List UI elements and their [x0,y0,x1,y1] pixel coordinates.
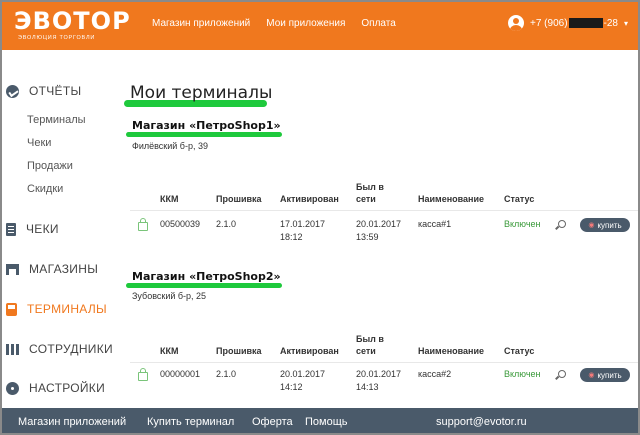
cell-activated-date: 17.01.2017 [280,219,326,229]
sidebar-subitem-discounts[interactable]: Скидки [27,183,63,195]
footer-support-email[interactable]: support@evotor.ru [436,416,527,428]
store-icon [6,263,19,275]
main-content: Мои терминалы Магазин «ПетроShop1» Филёв… [110,50,638,408]
cell-online-time: 14:13 [356,382,379,392]
nav-payment[interactable]: Оплата [361,18,395,29]
logo-subtext: ЭВОЛЮЦИЯ ТОРГОВЛИ [18,35,96,41]
sidebar-item-label: НАСТРОЙКИ [29,381,106,395]
cell-firmware: 2.1.0 [216,369,237,379]
cell-online-date: 20.01.2017 [356,369,402,379]
shopping-bag-icon [138,368,148,381]
cell-kkm: 00500039 [160,219,201,229]
column-header-status: Статус [504,346,535,356]
phone-redaction [568,18,603,28]
sidebar-item-label: СОТРУДНИКИ [29,342,113,356]
column-header-activated: Активирован [280,194,339,204]
footer-link-buy-terminal[interactable]: Купить терминал [147,416,234,428]
sidebar-subitem-terminals[interactable]: Терминалы [27,114,86,126]
column-header-name: Наименование [418,346,485,356]
buy-button-label: купить [597,220,622,230]
store-name-highlight [126,283,282,288]
logo-text: ЭВОТОР [14,7,131,35]
sidebar-item-label: ТЕРМИНАЛЫ [27,302,107,316]
page-title: Мои терминалы [130,83,273,103]
chevron-down-icon: ▾ [623,18,628,28]
sidebar-item-label: ОТЧЁТЫ [29,84,82,98]
column-header-online: Был в сети [356,333,384,357]
sidebar-item-checks[interactable]: ЧЕКИ [6,222,59,236]
sidebar-item-settings[interactable]: НАСТРОЙКИ [6,381,105,395]
footer-link-offer[interactable]: Оферта [252,416,293,428]
cell-name: касса#2 [418,369,452,379]
chart-circle-icon [6,84,19,98]
cart-icon: ◉ [588,222,595,229]
buy-button[interactable]: ◉ купить [580,218,630,232]
top-bar: ЭВОТОР ЭВОЛЮЦИЯ ТОРГОВЛИ Магазин приложе… [0,0,640,50]
search-icon[interactable] [558,370,566,378]
shopping-bag-icon [138,218,148,231]
sidebar-item-staff[interactable]: СОТРУДНИКИ [6,342,113,356]
sidebar-item-label: МАГАЗИНЫ [29,262,99,276]
nav-my-apps[interactable]: Мои приложения [266,18,345,29]
user-phone: +7 (906) -28 [530,18,618,29]
nav-app-store[interactable]: Магазин приложений [152,18,250,29]
gear-icon [6,381,19,395]
sidebar: ОТЧЁТЫ Терминалы Чеки Продажи Скидки ЧЕК… [0,50,113,408]
column-header-online-line2: сети [356,346,376,356]
cell-activated-time: 14:12 [280,382,303,392]
cell-online-date: 20.01.2017 [356,219,402,229]
store-address: Филёвский б-р, 39 [132,141,208,151]
footer-link-app-store[interactable]: Магазин приложений [18,416,126,428]
cell-online-time: 13:59 [356,232,379,242]
sidebar-item-terminals[interactable]: ТЕРМИНАЛЫ [6,302,107,316]
sidebar-item-reports[interactable]: ОТЧЁТЫ [6,84,81,98]
column-header-online-line1: Был в [356,182,384,192]
table-divider [130,362,638,363]
phone-prefix: +7 (906) [530,17,568,29]
column-header-online: Был в сети [356,181,384,205]
cart-icon: ◉ [588,372,595,379]
cell-firmware: 2.1.0 [216,219,237,229]
evotor-logo[interactable]: ЭВОТОР ЭВОЛЮЦИЯ ТОРГОВЛИ [14,8,130,44]
sidebar-item-stores[interactable]: МАГАЗИНЫ [6,262,98,276]
sidebar-subitem-checks[interactable]: Чеки [27,137,51,149]
phone-suffix: -28 [603,17,618,29]
table-divider [130,210,638,211]
cell-status: Включен [504,219,541,229]
receipt-icon [6,222,16,236]
store-name: Магазин «ПетроShop2» [132,270,281,283]
column-header-activated: Активирован [280,346,339,356]
store-name: Магазин «ПетроShop1» [132,119,281,132]
column-header-name: Наименование [418,194,485,204]
cell-kkm: 00000001 [160,369,201,379]
buy-button[interactable]: ◉ купить [580,368,630,382]
cell-activated-time: 18:12 [280,232,303,242]
sidebar-item-label: ЧЕКИ [26,222,59,236]
cell-activated-date: 20.01.2017 [280,369,326,379]
column-header-kkm: ККМ [160,346,179,356]
column-header-status: Статус [504,194,535,204]
column-header-firmware: Прошивка [216,346,262,356]
store-address: Зубовский б-р, 25 [132,291,207,301]
search-icon[interactable] [558,220,566,228]
sidebar-subitem-sales[interactable]: Продажи [27,160,73,172]
buy-button-label: купить [597,370,622,380]
column-header-online-line1: Был в [356,334,384,344]
user-icon [508,15,524,31]
footer-link-help[interactable]: Помощь [305,416,348,428]
column-header-kkm: ККМ [160,194,179,204]
cell-status: Включен [504,369,541,379]
store-name-highlight [126,132,282,137]
staff-icon [6,343,19,356]
top-nav: Магазин приложений Мои приложения Оплата [152,18,412,29]
user-menu[interactable]: +7 (906) -28 ▾ [508,15,628,31]
terminal-icon [6,302,17,316]
column-header-firmware: Прошивка [216,194,262,204]
cell-name: касса#1 [418,219,452,229]
column-header-online-line2: сети [356,194,376,204]
footer: Магазин приложений Купить терминал Оферт… [0,408,640,435]
